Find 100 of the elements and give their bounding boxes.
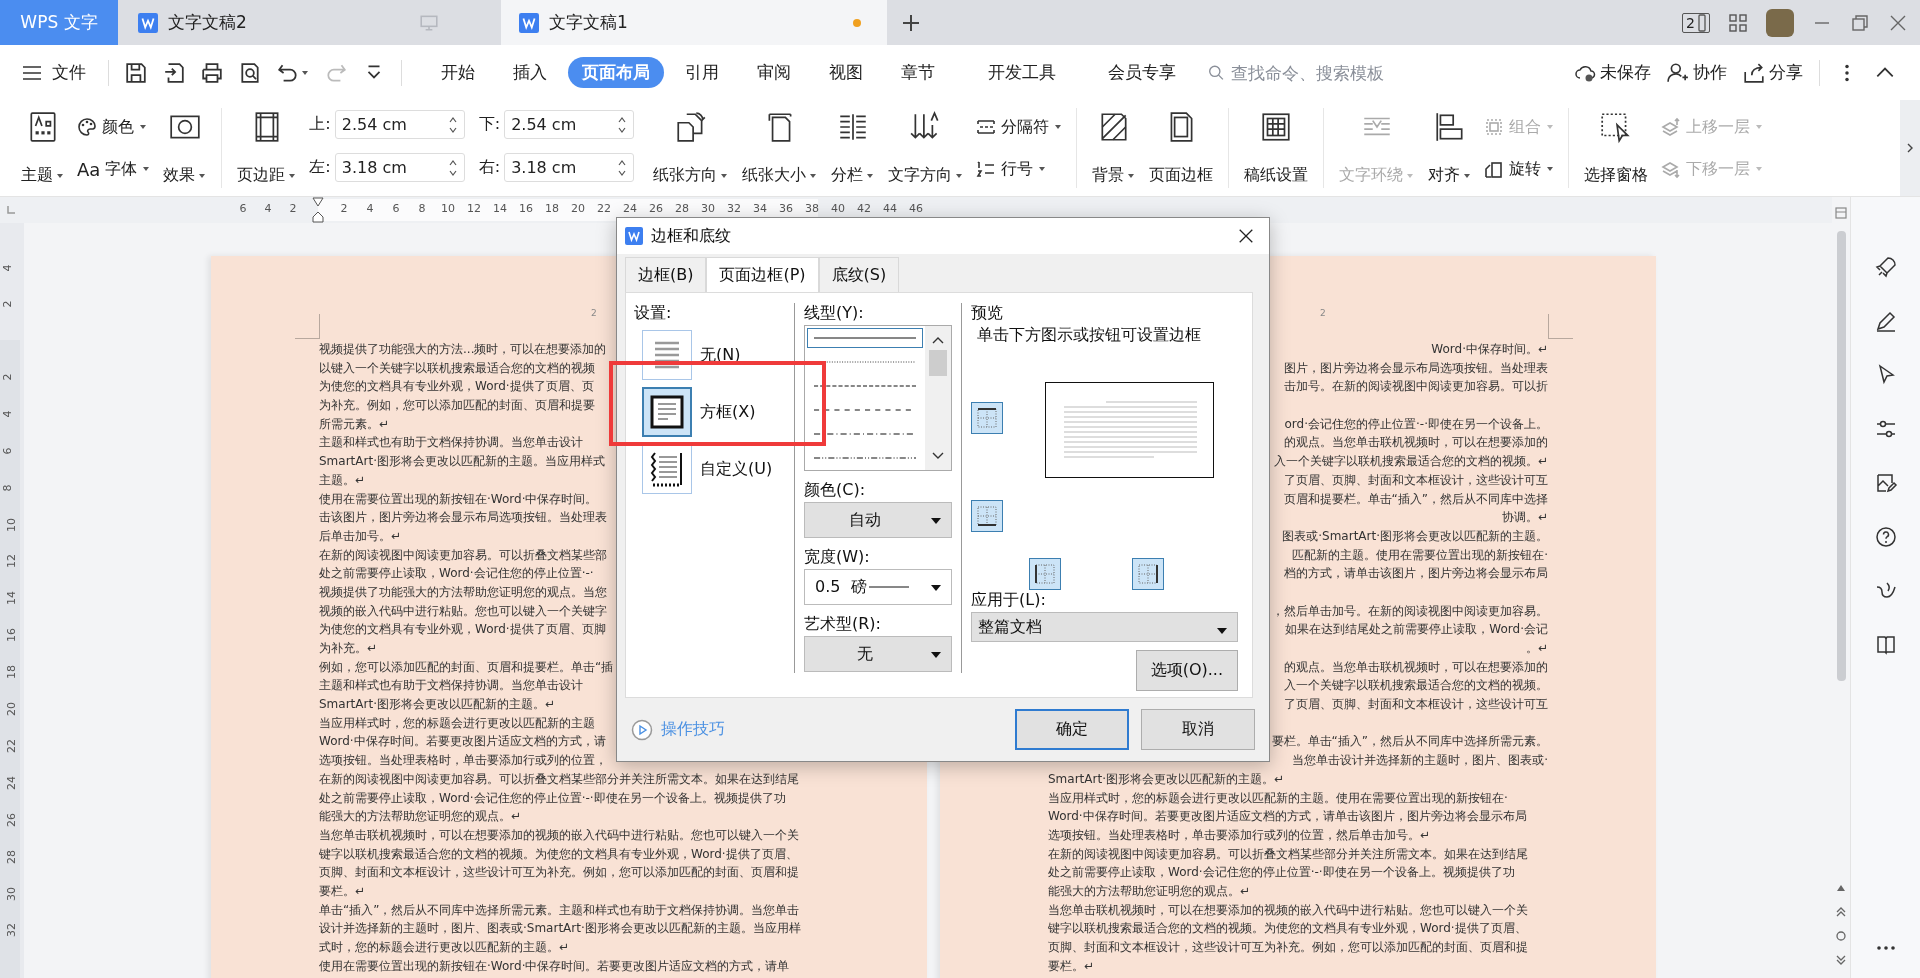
margin-field[interactable]: 2.54 cm (504, 110, 635, 139)
print-icon[interactable] (201, 61, 223, 84)
options-button[interactable]: 选项(O)... (1135, 650, 1238, 691)
caret-icon[interactable] (301, 68, 309, 77)
caret-icon[interactable] (288, 171, 297, 180)
line-style-option[interactable] (807, 328, 923, 348)
caret-icon[interactable] (1463, 171, 1472, 180)
ribbon-button[interactable]: 主题 (14, 100, 71, 196)
circle-icon[interactable] (1835, 930, 1847, 942)
down-chevron-icon[interactable] (932, 452, 944, 460)
caret-icon[interactable] (1127, 171, 1136, 180)
ribbon-button[interactable]: 分隔符 (976, 116, 1063, 138)
text-line: 以键入一个关键字以联机搜索最适合您的文档的视频 (319, 359, 595, 377)
caret-icon[interactable] (720, 171, 729, 180)
rocket-icon[interactable] (1873, 255, 1898, 279)
caret-icon[interactable] (56, 171, 64, 180)
toolbar-action[interactable]: 未保存 (1600, 61, 1651, 84)
print-preview-icon[interactable] (239, 61, 261, 84)
ribbon-button[interactable]: 背景 (1085, 100, 1143, 196)
left-border-button[interactable] (1029, 558, 1061, 590)
dialog-button[interactable]: 确定 (1015, 709, 1129, 750)
help-icon[interactable] (1873, 525, 1898, 549)
caret-icon[interactable] (809, 171, 818, 180)
ribbon-button[interactable]: Aa 字体 (77, 158, 151, 180)
ribbon-button[interactable]: 稿纸设置 (1237, 100, 1316, 196)
caret-icon[interactable] (1038, 165, 1047, 173)
dialog-button[interactable]: 取消 (1141, 709, 1255, 750)
ribbon-button[interactable]: 对齐 (1421, 100, 1479, 196)
avatar-placeholder[interactable] (1766, 8, 1794, 37)
setting-option[interactable]: 方框(X) (642, 387, 794, 437)
ribbon-button[interactable]: 效果 (156, 100, 214, 196)
dialog-tab[interactable]: 边框(B) (625, 257, 707, 292)
caret-icon[interactable] (866, 171, 875, 180)
text-line: 式时，您的标题会进行更改以匹配新的主题。↵ (319, 939, 570, 956)
bottom-border-button[interactable] (971, 500, 1003, 532)
scrollbar-thumb[interactable] (1836, 231, 1846, 681)
text-line: 要栏。↵ (1048, 957, 1095, 975)
ribbon-tab[interactable]: 章节 (884, 57, 952, 88)
page-down-icon[interactable] (1835, 954, 1847, 966)
caret-icon (931, 585, 941, 591)
ribbon-button[interactable]: 页边距 (230, 100, 304, 196)
up-chevron-icon[interactable] (932, 336, 944, 344)
indent-marker-icon[interactable] (312, 197, 324, 223)
line-style-list[interactable] (804, 325, 952, 471)
ribbon-button[interactable]: 纸张方向 (646, 100, 736, 196)
ribbon-tab[interactable]: 开始 (424, 57, 492, 88)
search-field[interactable]: 查找命令、搜索模板 (1208, 61, 1408, 84)
text-line: 了页眉、页脚、封面和文本框设计，这些设计可互 (1284, 696, 1548, 714)
margin-field[interactable]: 3.18 cm (504, 153, 635, 182)
color-dropdown[interactable]: 自动 (804, 502, 952, 538)
ribbon-tab[interactable]: 视图 (812, 57, 880, 88)
width-dropdown[interactable]: 0.5 磅 (804, 569, 952, 605)
custom-border-icon[interactable] (642, 444, 692, 494)
caret-icon[interactable] (142, 165, 151, 173)
ribbon-button[interactable]: 选择窗格 (1577, 100, 1656, 196)
toolbar-action[interactable]: 分享 (1769, 61, 1803, 84)
plus-icon[interactable] (901, 12, 921, 33)
text-line: 在新的阅读视图中阅读更加容易。可以折叠文档某些部分并关注所需文本。如果在达到结尾 (1048, 845, 1528, 863)
ribbon-button[interactable]: 纸张大小 (735, 100, 825, 196)
apply-to-dropdown[interactable]: 整篇文档 (971, 612, 1238, 642)
top-border-button[interactable] (971, 402, 1003, 434)
page-up-icon[interactable] (1835, 906, 1847, 918)
ribbon-button[interactable]: 文字方向 (881, 100, 971, 196)
play-circle-icon[interactable] (631, 718, 653, 741)
plain-page-icon[interactable] (642, 330, 692, 380)
margin-field[interactable]: 3.18 cm (334, 153, 465, 182)
scrollbar-thumb[interactable] (929, 350, 947, 376)
ribbon-button[interactable]: 旋转 (1484, 158, 1555, 180)
ribbon-tab[interactable]: 审阅 (740, 57, 808, 88)
save-icon[interactable] (125, 61, 147, 84)
toolbar-action[interactable]: 协作 (1693, 61, 1727, 84)
ribbon-tab[interactable]: 会员专享 (1094, 57, 1190, 88)
close-icon[interactable] (1237, 227, 1255, 245)
ribbon-tab[interactable]: 引用 (668, 57, 736, 88)
caret-icon[interactable] (1054, 123, 1063, 131)
caret-icon[interactable] (198, 171, 207, 180)
split-icon[interactable] (1835, 207, 1847, 219)
dialog-tab[interactable]: 底纹(S) (818, 257, 900, 292)
caret-icon[interactable] (1546, 165, 1555, 173)
caret-icon[interactable] (955, 171, 964, 180)
ribbon-tab[interactable]: 开发工具 (974, 57, 1070, 88)
apps-grid-icon[interactable] (1728, 12, 1748, 33)
caret-icon[interactable] (139, 123, 147, 131)
window-count-button[interactable]: 2 (1682, 12, 1710, 33)
ribbon-button[interactable]: 行号 (976, 158, 1063, 180)
ribbon-button[interactable]: 颜色 (77, 116, 151, 138)
file-menu[interactable]: 文件 (22, 61, 86, 84)
boxed-page-icon[interactable] (642, 387, 692, 437)
ribbon-tab[interactable]: 插入 (496, 57, 564, 88)
ribbon-button[interactable]: 分栏 (824, 100, 882, 196)
scrollbar[interactable] (925, 326, 951, 470)
dialog-tab[interactable]: 页面边框(P) (706, 257, 819, 292)
setting-option[interactable]: 自定义(U) (642, 444, 794, 494)
restore-icon[interactable] (1850, 12, 1870, 33)
margin-field[interactable]: 2.54 cm (334, 110, 465, 139)
right-border-button[interactable] (1132, 558, 1164, 590)
ribbon-button[interactable]: 页面边框 (1142, 100, 1221, 196)
export-icon[interactable] (163, 61, 185, 84)
document-tab[interactable]: 文字文稿1 (501, 0, 887, 45)
art-dropdown[interactable]: 无 (804, 636, 952, 672)
